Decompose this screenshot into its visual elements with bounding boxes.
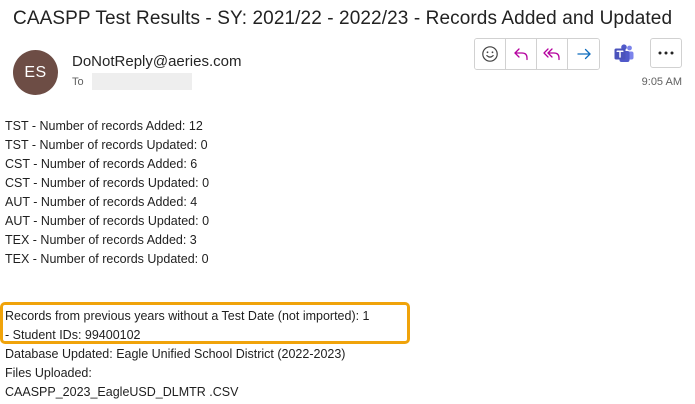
recipient-row: To (72, 73, 192, 90)
database-updated-line: Database Updated: Eagle Unified School D… (5, 347, 346, 361)
stat-line: AUT - Number of records Updated: 0 (5, 214, 210, 228)
reply-all-button[interactable] (537, 39, 568, 69)
reply-all-icon (543, 48, 560, 61)
stat-line: CST - Number of records Updated: 0 (5, 176, 210, 190)
stat-line: TEX - Number of records Updated: 0 (5, 252, 209, 266)
stat-line: TEX - Number of records Added: 3 (5, 233, 197, 247)
student-ids-line: - Student IDs: 99400102 (5, 328, 141, 342)
avatar[interactable]: ES (13, 50, 58, 95)
forward-icon (576, 48, 591, 60)
more-actions-button[interactable] (650, 38, 682, 68)
reply-icon (514, 48, 528, 61)
forward-button[interactable] (568, 39, 599, 69)
recipient-redacted (91, 73, 192, 90)
received-time: 9:05 AM (641, 76, 682, 88)
stat-line: TST - Number of records Updated: 0 (5, 138, 208, 152)
teams-button[interactable] (608, 38, 640, 70)
to-label: To (72, 75, 84, 88)
stat-line: AUT - Number of records Added: 4 (5, 195, 198, 209)
reply-button[interactable] (506, 39, 537, 69)
previous-years-line: Records from previous years without a Te… (5, 309, 370, 323)
message-actions (474, 38, 682, 70)
email-subject: CAASPP Test Results - SY: 2021/22 - 2022… (13, 8, 673, 29)
teams-icon (614, 44, 634, 62)
uploaded-file-name: CAASPP_2023_EagleUSD_DLMTR .CSV (5, 385, 239, 399)
files-uploaded-label: Files Uploaded: (5, 366, 92, 380)
smile-icon (482, 46, 498, 62)
sender-address[interactable]: DoNotReply@aeries.com (72, 53, 241, 70)
email-body: TST - Number of records Added: 12 TST - … (5, 117, 370, 402)
stat-line: CST - Number of records Added: 6 (5, 157, 198, 171)
stat-line: TST - Number of records Added: 12 (5, 119, 203, 133)
emoji-reaction-button[interactable] (475, 39, 506, 69)
action-group (474, 38, 600, 70)
more-icon (658, 51, 674, 55)
